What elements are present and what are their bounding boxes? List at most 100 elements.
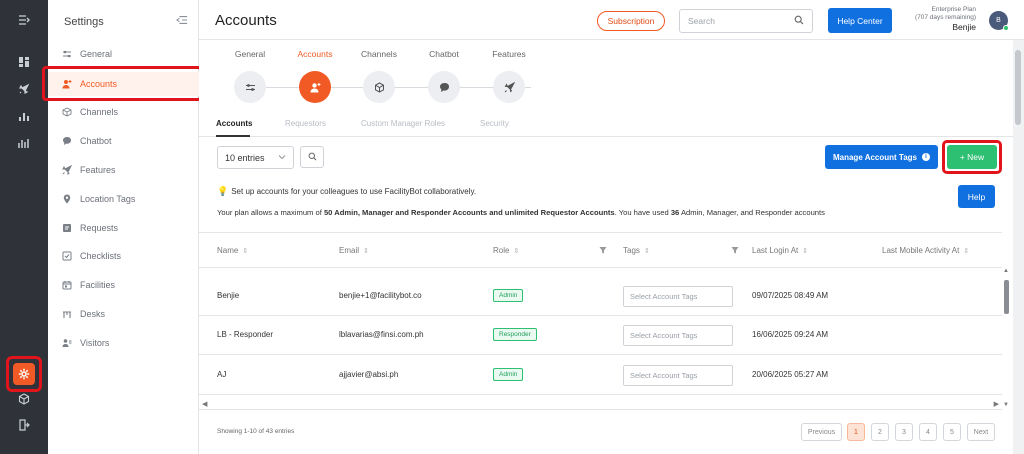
avatar[interactable]: B [989,11,1009,31]
subscription-button[interactable]: Subscription [597,11,665,31]
column-header-tags[interactable]: Tags ⇕ [623,246,650,255]
account-tags-select[interactable]: Select Account Tags [623,325,733,346]
sort-icon[interactable]: ⇕ [363,247,369,255]
step-chatbot[interactable]: Chatbot [424,49,464,103]
scrollbar-thumb[interactable] [1004,280,1009,314]
cube-icon[interactable] [0,387,48,411]
role-badge: Responder [493,328,537,341]
step-general[interactable]: General [230,49,270,103]
new-account-button[interactable]: + New [947,145,997,169]
sidebar-item-label: Requests [80,223,119,233]
info-icon: i [922,153,930,161]
table-vertical-scrollbar[interactable]: ▲ ▼ [1003,268,1011,408]
table-row[interactable]: AJ ajjavier@absi.ph Admin Select Account… [199,356,1002,395]
table-row[interactable]: Benjie benjie+1@facilitybot.co Admin Sel… [199,277,1002,316]
pagination-page-4[interactable]: 4 [919,423,937,441]
column-header-name[interactable]: Name ⇕ [217,246,248,255]
sort-icon[interactable]: ⇕ [802,247,808,255]
visitor-icon [62,338,72,348]
pagination-previous[interactable]: Previous [801,423,842,441]
entries-select[interactable]: 10 entries [217,146,294,169]
expand-menu-icon[interactable] [0,8,48,32]
sidebar-title: Settings [64,16,104,28]
sidebar-item-label: Desks [80,309,106,319]
row-name: LB - Responder [217,330,274,339]
scroll-right-icon[interactable]: ▶ [994,400,999,408]
search-icon[interactable] [794,15,804,27]
pagination-page-1[interactable]: 1 [847,423,865,441]
column-header-last-mobile-activity[interactable]: Last Mobile Activity At ⇕ [882,246,969,255]
row-last-login: 20/06/2025 05:27 AM [752,370,829,379]
pagination-next[interactable]: Next [967,423,995,441]
filter-icon[interactable] [731,246,739,256]
account-tags-select[interactable]: Select Account Tags [623,365,733,386]
collapse-sidebar-icon[interactable] [175,14,190,28]
sidebar-item-desks[interactable]: Desks [48,302,199,326]
column-header-role[interactable]: Role ⇕ [493,246,519,255]
column-header-email[interactable]: Email ⇕ [339,246,369,255]
table-search-button[interactable] [300,146,324,168]
column-label: Tags [623,246,640,255]
filter-icon[interactable] [599,246,607,256]
sort-icon[interactable]: ⇕ [242,247,248,255]
tab-accounts[interactable]: Accounts [216,119,252,128]
sidebar-item-location-tags[interactable]: Location Tags [48,187,199,211]
manage-account-tags-button[interactable]: Manage Account Tags i [825,145,938,169]
rocket-icon [493,71,525,103]
sliders-icon [234,71,266,103]
step-label: Features [492,49,526,59]
tab-custom-manager-roles[interactable]: Custom Manager Roles [361,119,445,128]
sidebar-item-checklists[interactable]: Checklists [48,244,199,268]
analytics-icon[interactable] [0,104,48,128]
sort-icon[interactable]: ⇕ [644,247,650,255]
pagination-page-3[interactable]: 3 [895,423,913,441]
tab-security[interactable]: Security [480,119,509,128]
sidebar-item-label: Checklists [80,251,122,261]
row-name: AJ [217,370,227,379]
ticket-icon [62,223,72,233]
help-center-button[interactable]: Help Center [828,8,892,33]
logout-icon[interactable] [0,413,48,437]
step-label: Channels [361,49,397,59]
sidebar-item-visitors[interactable]: Visitors [48,331,199,355]
pagination-page-5[interactable]: 5 [943,423,961,441]
help-button[interactable]: Help [958,185,995,208]
sidebar-item-general[interactable]: General [48,42,199,66]
search-input[interactable]: Search [679,9,813,33]
dashboard-icon[interactable] [0,50,48,74]
table-header: Name ⇕ Email ⇕ Role ⇕ Tags ⇕ Last Login At ⇕ … [199,232,1002,268]
column-label: Last Login At [752,246,799,255]
page-title: Accounts [215,12,277,29]
page-scrollbar[interactable] [1013,40,1024,454]
gear-icon[interactable] [13,363,35,385]
sidebar-item-chatbot[interactable]: Chatbot [48,129,199,153]
sidebar-item-channels[interactable]: Channels [48,100,199,124]
page-scrollbar-thumb[interactable] [1015,50,1021,125]
rocket-icon[interactable] [0,77,48,101]
entries-value: 10 entries [225,152,265,163]
scroll-left-icon[interactable]: ◀ [202,400,207,408]
step-label: General [234,49,266,59]
horizontal-scrollbar[interactable]: ◀ ▶ [199,399,1002,410]
reports-icon[interactable] [0,131,48,155]
sort-icon[interactable]: ⇕ [963,247,969,255]
scroll-down-icon[interactable]: ▼ [1003,402,1009,408]
account-tags-select[interactable]: Select Account Tags [623,286,733,307]
tab-requestors[interactable]: Requestors [285,119,326,128]
step-features[interactable]: Features [489,49,529,103]
lightbulb-icon: 💡 [217,186,229,196]
sidebar-item-requests[interactable]: Requests [48,216,199,240]
sidebar-item-features[interactable]: Features [48,158,199,182]
table-row[interactable]: LB - Responder lblavarias@finsi.com.ph R… [199,316,1002,355]
pagination-page-2[interactable]: 2 [871,423,889,441]
plan-note-mid: . You have used [614,208,671,217]
sort-icon[interactable]: ⇕ [513,247,519,255]
scroll-up-icon[interactable]: ▲ [1003,268,1009,274]
column-header-last-login[interactable]: Last Login At ⇕ [752,246,808,255]
sidebar-item-facilities[interactable]: Facilities [48,273,199,297]
step-accounts[interactable]: Accounts [295,49,335,103]
sidebar-item-label: Visitors [80,338,110,348]
step-channels[interactable]: Channels [359,49,399,103]
accounts-content: General Accounts Channels Chatbot Featur… [199,40,1013,454]
row-name: Benjie [217,291,240,300]
